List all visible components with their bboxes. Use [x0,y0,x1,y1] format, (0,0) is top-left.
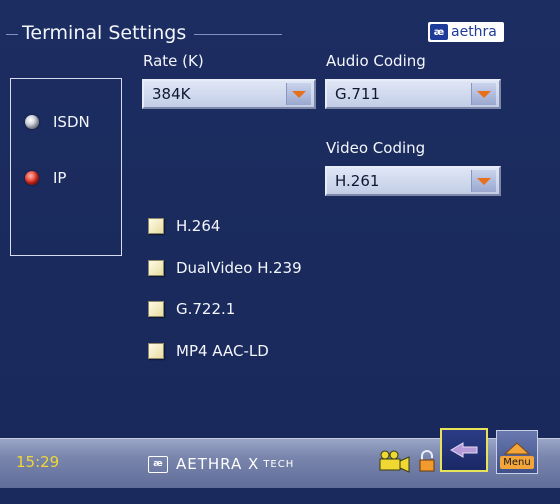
rate-dropdown[interactable]: 384K [142,79,316,109]
audio-coding-dropdown[interactable]: G.711 [325,79,501,109]
terminal-settings-screen: Terminal Settings æ aethra ISDN IP Rate … [0,0,560,504]
video-coding-dropdown[interactable]: H.261 [325,166,501,196]
option-mp4-aac-ld-label: MP4 AAC-LD [176,342,269,360]
option-g7221-checkbox[interactable] [148,301,164,317]
clock: 15:29 [16,453,60,471]
option-mp4-aac-ld-checkbox[interactable] [148,343,164,359]
menu-button-label: Menu [500,456,534,469]
option-h264-label: H.264 [176,217,221,235]
back-button[interactable] [440,428,488,472]
rate-label: Rate (K) [143,52,204,70]
audio-coding-label: Audio Coding [326,52,426,70]
brand-suffix: TECH [263,458,295,470]
connection-type-group: ISDN IP [10,78,122,256]
chevron-down-icon [477,177,491,185]
option-g7221-label: G.722.1 [176,300,236,318]
audio-coding-dropdown-button[interactable] [471,83,496,105]
option-dualvideo-checkbox[interactable] [148,260,164,276]
brand-wordmark: æ AETHRA X TECH [148,455,294,473]
brand-name: AETHRA X [176,455,260,473]
status-bar-shadow [0,488,560,504]
camera-icon [378,450,412,478]
title-rule-right [194,34,282,35]
audio-coding-value: G.711 [335,85,381,103]
chevron-down-icon [477,90,491,98]
lock-icon [418,450,436,476]
radio-isdn-indicator[interactable] [25,115,39,129]
back-arrow-icon [450,442,478,458]
brand-mark-icon: æ [148,455,168,473]
chevron-down-icon [292,90,306,98]
option-dualvideo[interactable]: DualVideo H.239 [148,259,302,277]
rate-value: 384K [152,85,191,103]
page-title: Terminal Settings [22,22,187,44]
option-mp4-aac-ld[interactable]: MP4 AAC-LD [148,342,269,360]
home-menu-icon [504,442,530,455]
radio-ip-label: IP [53,169,67,187]
option-g7221[interactable]: G.722.1 [148,300,235,318]
menu-button[interactable]: Menu [496,430,538,474]
video-coding-label: Video Coding [326,139,426,157]
option-dualvideo-label: DualVideo H.239 [176,259,302,277]
radio-isdn[interactable]: ISDN [25,113,90,131]
option-h264-checkbox[interactable] [148,218,164,234]
aethra-logo-mark-icon: æ [430,24,448,40]
radio-ip[interactable]: IP [25,169,66,187]
video-coding-dropdown-button[interactable] [471,170,496,192]
aethra-logo-text: aethra [451,24,497,40]
aethra-logo: æ aethra [428,22,504,42]
title-rule-left [6,34,18,35]
rate-dropdown-button[interactable] [286,83,311,105]
radio-isdn-label: ISDN [53,113,90,131]
radio-ip-indicator[interactable] [25,171,39,185]
option-h264[interactable]: H.264 [148,217,220,235]
video-coding-value: H.261 [335,172,380,190]
